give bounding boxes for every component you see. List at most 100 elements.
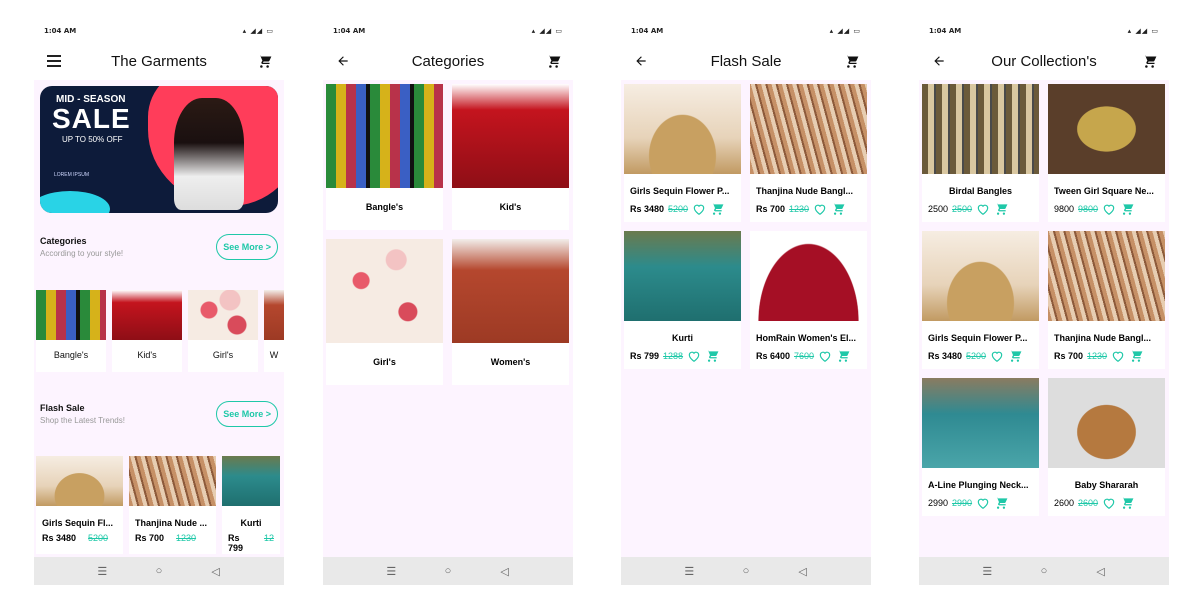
screen-flash-sale: 1:04 AM ▴ ◢◢ ▭ Flash Sale Girls Sequin F…: [621, 20, 871, 585]
product-price: Rs 3480: [928, 351, 963, 361]
home-icon[interactable]: ○: [441, 565, 455, 577]
category-label: Bangle's: [365, 202, 404, 212]
page-title: Our Collection's: [991, 52, 1097, 70]
product-price: Rs 3480: [42, 533, 77, 543]
see-more-button[interactable]: See More >: [216, 401, 278, 427]
heart-icon[interactable]: [813, 202, 827, 216]
home-icon[interactable]: ○: [152, 565, 166, 577]
product-card[interactable]: Thanjina Nude Bangl... Rs 700 1230: [1048, 231, 1165, 369]
add-to-cart-icon[interactable]: [710, 202, 724, 216]
add-to-cart-icon[interactable]: [994, 202, 1008, 216]
add-to-cart-icon[interactable]: [831, 202, 845, 216]
product-price: Rs 700: [135, 533, 165, 543]
back-icon[interactable]: ◁: [498, 565, 512, 578]
recent-apps-icon[interactable]: ☰: [95, 565, 109, 578]
banner-sale: SALE: [52, 103, 131, 134]
product-card[interactable]: Girls Sequin Flower P... Rs 3480 5200: [922, 231, 1039, 369]
product-image: [750, 231, 867, 321]
heart-icon[interactable]: [687, 349, 701, 363]
cart-icon[interactable]: [545, 53, 561, 69]
add-to-cart-icon[interactable]: [1120, 202, 1134, 216]
product-old-price: 5200: [966, 351, 987, 361]
promo-banner[interactable]: MID - SEASON SALE UP TO 50% OFF LOREM IP…: [40, 86, 278, 213]
banner-decoration: [40, 191, 110, 213]
product-card[interactable]: Thanjina Nude Bangl... Rs 700 1230: [750, 84, 867, 222]
category-card[interactable]: Kid's: [452, 84, 569, 230]
product-name: Kurti: [240, 518, 262, 528]
product-price: Rs 799: [228, 533, 244, 553]
collection-grid: Birdal Bangles 2500 2500 Tween Girl Square…: [922, 84, 1166, 516]
status-time: 1:04 AM: [44, 27, 77, 35]
back-arrow-icon[interactable]: [335, 53, 351, 69]
product-card[interactable]: Thanjina Nude ... Rs 700 1230: [129, 456, 216, 554]
product-old-price: 1288: [663, 351, 684, 361]
recent-apps-icon[interactable]: ☰: [682, 565, 696, 578]
recent-apps-icon[interactable]: ☰: [980, 565, 994, 578]
product-name: Birdal Bangles: [948, 186, 1013, 196]
recent-apps-icon[interactable]: ☰: [384, 565, 398, 578]
back-icon[interactable]: ◁: [796, 565, 810, 578]
product-card[interactable]: Kurti Rs 799 12: [222, 456, 280, 554]
product-card[interactable]: Kurti Rs 799 1288: [624, 231, 741, 369]
heart-icon[interactable]: [976, 202, 990, 216]
product-card[interactable]: Girls Sequin Flower P... Rs 3480 5200: [624, 84, 741, 222]
category-image: [326, 239, 443, 343]
screen-categories: 1:04 AM ▴ ◢◢ ▭ Categories Bangle's Kid's…: [323, 20, 573, 585]
heart-icon[interactable]: [990, 349, 1004, 363]
product-card[interactable]: A-Line Plunging Neck... 2990 2990: [922, 378, 1039, 516]
category-card[interactable]: Kid's: [112, 290, 182, 372]
product-card[interactable]: Baby Shararah 2600 2600: [1048, 378, 1165, 516]
heart-icon[interactable]: [1111, 349, 1125, 363]
category-card[interactable]: Women's: [452, 239, 569, 385]
category-card[interactable]: Bangle's: [36, 290, 106, 372]
add-to-cart-icon[interactable]: [1008, 349, 1022, 363]
back-arrow-icon[interactable]: [931, 53, 947, 69]
category-card[interactable]: Girl's: [188, 290, 258, 372]
see-more-button[interactable]: See More >: [216, 234, 278, 260]
heart-icon[interactable]: [818, 349, 832, 363]
home-icon[interactable]: ○: [1037, 565, 1051, 577]
product-card[interactable]: Birdal Bangles 2500 2500: [922, 84, 1039, 222]
heart-icon[interactable]: [1102, 496, 1116, 510]
product-card[interactable]: HomRain Women's El... Rs 6400 7600: [750, 231, 867, 369]
product-old-price: 5200: [668, 204, 689, 214]
add-to-cart-icon[interactable]: [1129, 349, 1143, 363]
product-name: Girls Sequin Fl...: [42, 518, 114, 528]
product-name: Baby Shararah: [1074, 480, 1139, 490]
product-name: Girls Sequin Flower P...: [630, 186, 730, 196]
category-label: Girl's: [373, 357, 396, 367]
heart-icon[interactable]: [1102, 202, 1116, 216]
page-title: Flash Sale: [710, 52, 782, 70]
category-card[interactable]: Bangle's: [326, 84, 443, 230]
product-old-price: 1230: [176, 533, 197, 543]
product-image: [1048, 231, 1165, 321]
category-label: Girl's: [212, 350, 234, 360]
heart-icon[interactable]: [692, 202, 706, 216]
product-card[interactable]: Tween Girl Square Ne... 9800 9800: [1048, 84, 1165, 222]
add-to-cart-icon[interactable]: [1120, 496, 1134, 510]
cart-icon[interactable]: [843, 53, 859, 69]
product-name: A-Line Plunging Neck...: [928, 480, 1029, 490]
add-to-cart-icon[interactable]: [994, 496, 1008, 510]
category-image: [112, 290, 182, 340]
product-price: Rs 799: [630, 351, 660, 361]
product-name: Thanjina Nude ...: [135, 518, 208, 528]
category-card[interactable]: Girl's: [326, 239, 443, 385]
back-icon[interactable]: ◁: [209, 565, 223, 578]
product-image: [624, 84, 741, 174]
product-price: 9800: [1054, 204, 1075, 214]
cart-icon[interactable]: [1141, 53, 1157, 69]
screen-home: 1:04 AM ▴ ◢◢ ▭ The Garments MID - SEASON…: [34, 20, 284, 585]
product-image: [624, 231, 741, 321]
cart-icon[interactable]: [256, 53, 272, 69]
category-label: W: [269, 350, 279, 360]
menu-icon[interactable]: [46, 53, 62, 69]
heart-icon[interactable]: [976, 496, 990, 510]
add-to-cart-icon[interactable]: [705, 349, 719, 363]
back-icon[interactable]: ◁: [1094, 565, 1108, 578]
add-to-cart-icon[interactable]: [836, 349, 850, 363]
home-icon[interactable]: ○: [739, 565, 753, 577]
product-card[interactable]: Girls Sequin Fl... Rs 3480 5200: [36, 456, 123, 554]
back-arrow-icon[interactable]: [633, 53, 649, 69]
category-card[interactable]: W: [264, 290, 284, 372]
